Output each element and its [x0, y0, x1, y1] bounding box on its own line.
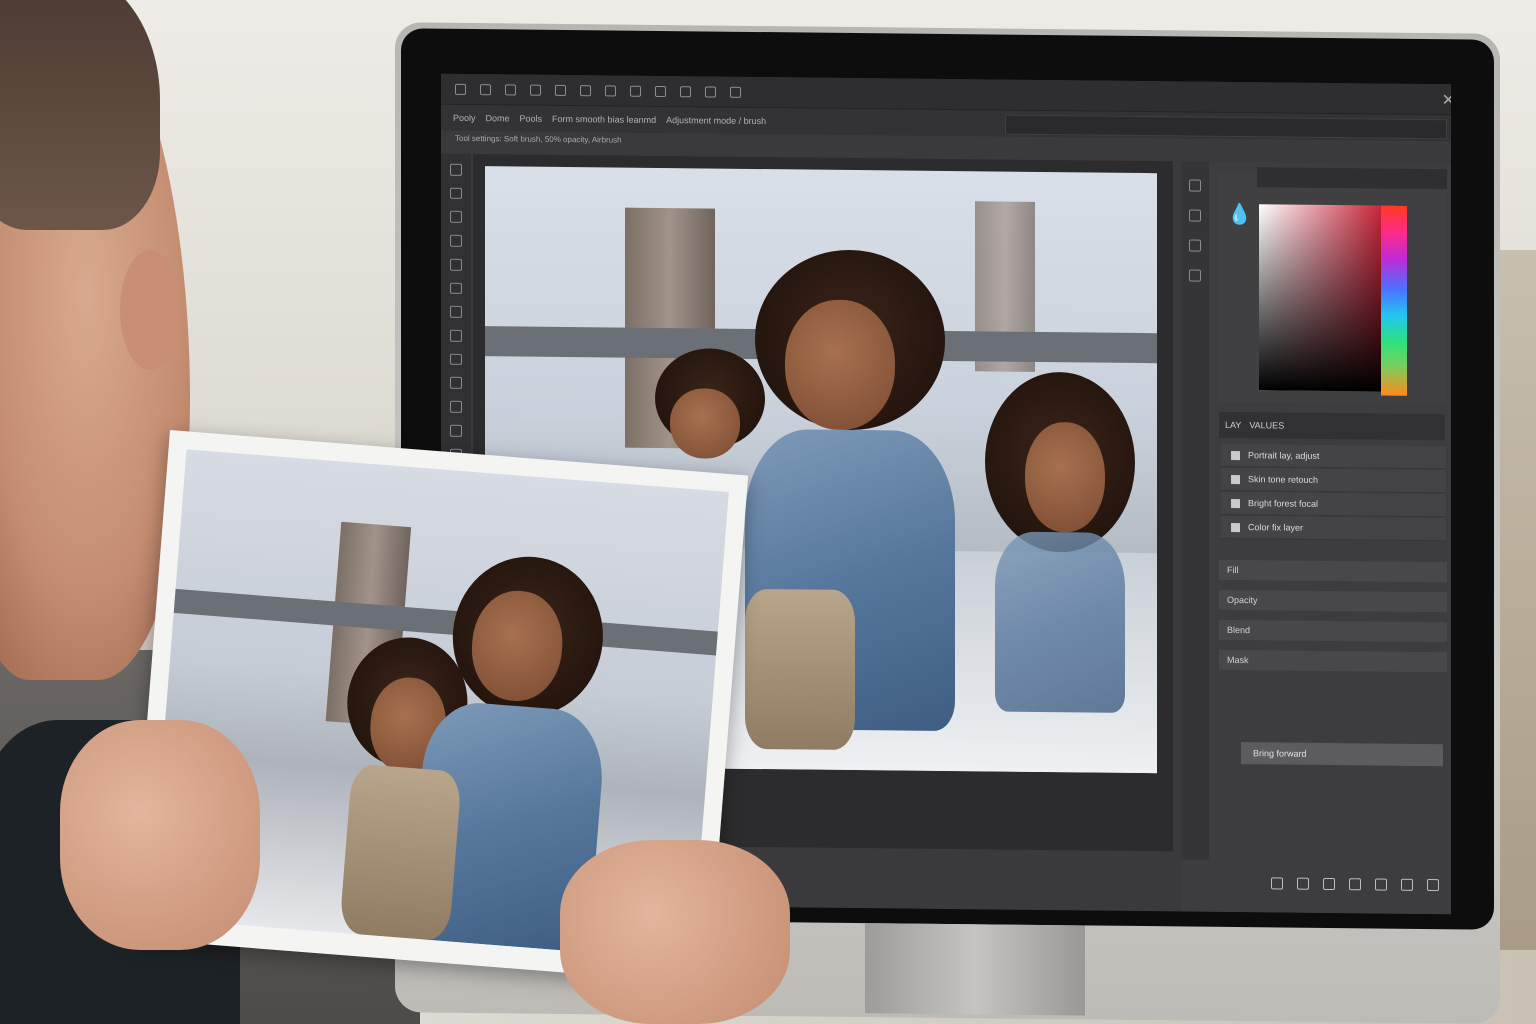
pen-tool-icon[interactable]: [450, 400, 462, 413]
folder-icon[interactable]: [1375, 878, 1387, 891]
settings-icon[interactable]: [730, 86, 741, 98]
layer-thumbnail: [1231, 450, 1240, 460]
option-item[interactable]: Form smooth bias leanmd: [552, 114, 656, 125]
property-row[interactable]: Mask: [1219, 649, 1447, 673]
close-icon[interactable]: ✕: [1442, 90, 1451, 110]
redo-icon[interactable]: [630, 85, 641, 97]
layer-name: Skin tone retouch: [1248, 474, 1319, 485]
undo-icon[interactable]: [605, 84, 616, 97]
layer-row[interactable]: Color fix layer: [1221, 515, 1446, 542]
panel-mini-toolbar: [1181, 161, 1209, 860]
brush-tool-icon[interactable]: [450, 306, 462, 318]
layer-thumbnail: [1231, 474, 1240, 484]
zoom-icon[interactable]: [655, 85, 666, 97]
person-face: [785, 299, 895, 431]
trash-icon[interactable]: [1427, 879, 1439, 892]
type-tool-icon[interactable]: [450, 424, 462, 437]
tan-garment: [339, 763, 463, 942]
adjustments-icon[interactable]: [1189, 239, 1201, 252]
mask-icon[interactable]: [1323, 877, 1335, 891]
history-icon[interactable]: [1189, 179, 1201, 192]
left-hand: [60, 720, 260, 950]
layer-name: Color fix layer: [1248, 522, 1304, 533]
layers-footer: [1271, 877, 1439, 892]
adjustment-layer-icon[interactable]: [1349, 878, 1361, 891]
color-saturation-picker[interactable]: [1259, 204, 1381, 392]
new-layer-icon[interactable]: [1401, 878, 1413, 891]
options-search-field[interactable]: [1005, 114, 1447, 140]
viewer-ear: [120, 250, 180, 370]
viewer-hair: [0, 0, 160, 230]
brush-icon[interactable]: [530, 84, 541, 96]
bridge-deck: [173, 588, 718, 656]
eyedropper-tool-icon[interactable]: [450, 258, 462, 271]
tab-layers[interactable]: LAY: [1225, 420, 1241, 430]
tab-values[interactable]: VALUES: [1249, 420, 1284, 430]
lasso-tool-icon[interactable]: [450, 211, 462, 224]
hue-slider[interactable]: [1381, 205, 1407, 396]
layer-name: Portrait lay, adjust: [1248, 450, 1320, 461]
fx-icon[interactable]: [1297, 877, 1309, 890]
option-item[interactable]: Dome: [486, 113, 510, 123]
layer-name: Bright forest focal: [1248, 498, 1319, 509]
hand-icon[interactable]: [680, 85, 691, 97]
denim-jacket: [995, 531, 1125, 713]
text-icon[interactable]: [580, 84, 591, 96]
option-item[interactable]: Adjustment mode / brush: [666, 115, 766, 126]
person-face: [670, 388, 740, 459]
bring-forward-button[interactable]: Bring forward: [1241, 742, 1443, 767]
monitor-stand: [865, 923, 1085, 1016]
person-face: [1025, 421, 1105, 533]
option-item[interactable]: Pooly: [453, 113, 476, 123]
layer-thumbnail: [1231, 522, 1240, 532]
crop-icon[interactable]: [705, 85, 716, 98]
move-icon[interactable]: [505, 83, 516, 95]
color-panel-tab[interactable]: [1257, 167, 1447, 190]
layer-row[interactable]: Portrait lay, adjust: [1221, 443, 1446, 470]
healing-tool-icon[interactable]: [450, 282, 462, 295]
eyedropper-icon[interactable]: 💧: [1227, 202, 1252, 228]
layer-thumbnail: [1231, 498, 1240, 508]
move-tool-icon[interactable]: [450, 163, 462, 176]
breadcrumb: Tool settings: Soft brush, 50% opacity, …: [455, 133, 622, 145]
gradient-tool-icon[interactable]: [450, 377, 462, 390]
link-icon[interactable]: [1271, 877, 1283, 890]
properties-icon[interactable]: [1189, 209, 1201, 222]
property-row[interactable]: Blend: [1219, 619, 1447, 643]
clone-tool-icon[interactable]: [450, 329, 462, 342]
back-icon[interactable]: [480, 83, 491, 95]
eraser-tool-icon[interactable]: [450, 353, 462, 366]
crop-tool-icon[interactable]: [450, 234, 462, 247]
layers-tabs: LAY VALUES: [1219, 411, 1445, 441]
home-icon[interactable]: [455, 83, 466, 95]
layer-row[interactable]: Bright forest focal: [1221, 491, 1446, 518]
option-item[interactable]: Pools: [520, 114, 543, 124]
tan-garment: [745, 588, 855, 751]
color-panel: 💧: [1217, 167, 1447, 405]
layer-row[interactable]: Skin tone retouch: [1221, 467, 1446, 494]
marquee-tool-icon[interactable]: [450, 187, 462, 200]
right-panel-column: 💧 LAY VALUES Portrait lay, adjust Skin t…: [1181, 161, 1451, 915]
property-row[interactable]: Fill: [1219, 559, 1447, 583]
libraries-icon[interactable]: [1189, 269, 1201, 282]
tools-panel: [441, 153, 471, 485]
property-row[interactable]: Opacity: [1219, 589, 1447, 613]
right-hand: [560, 840, 790, 1024]
eraser-icon[interactable]: [555, 84, 566, 96]
